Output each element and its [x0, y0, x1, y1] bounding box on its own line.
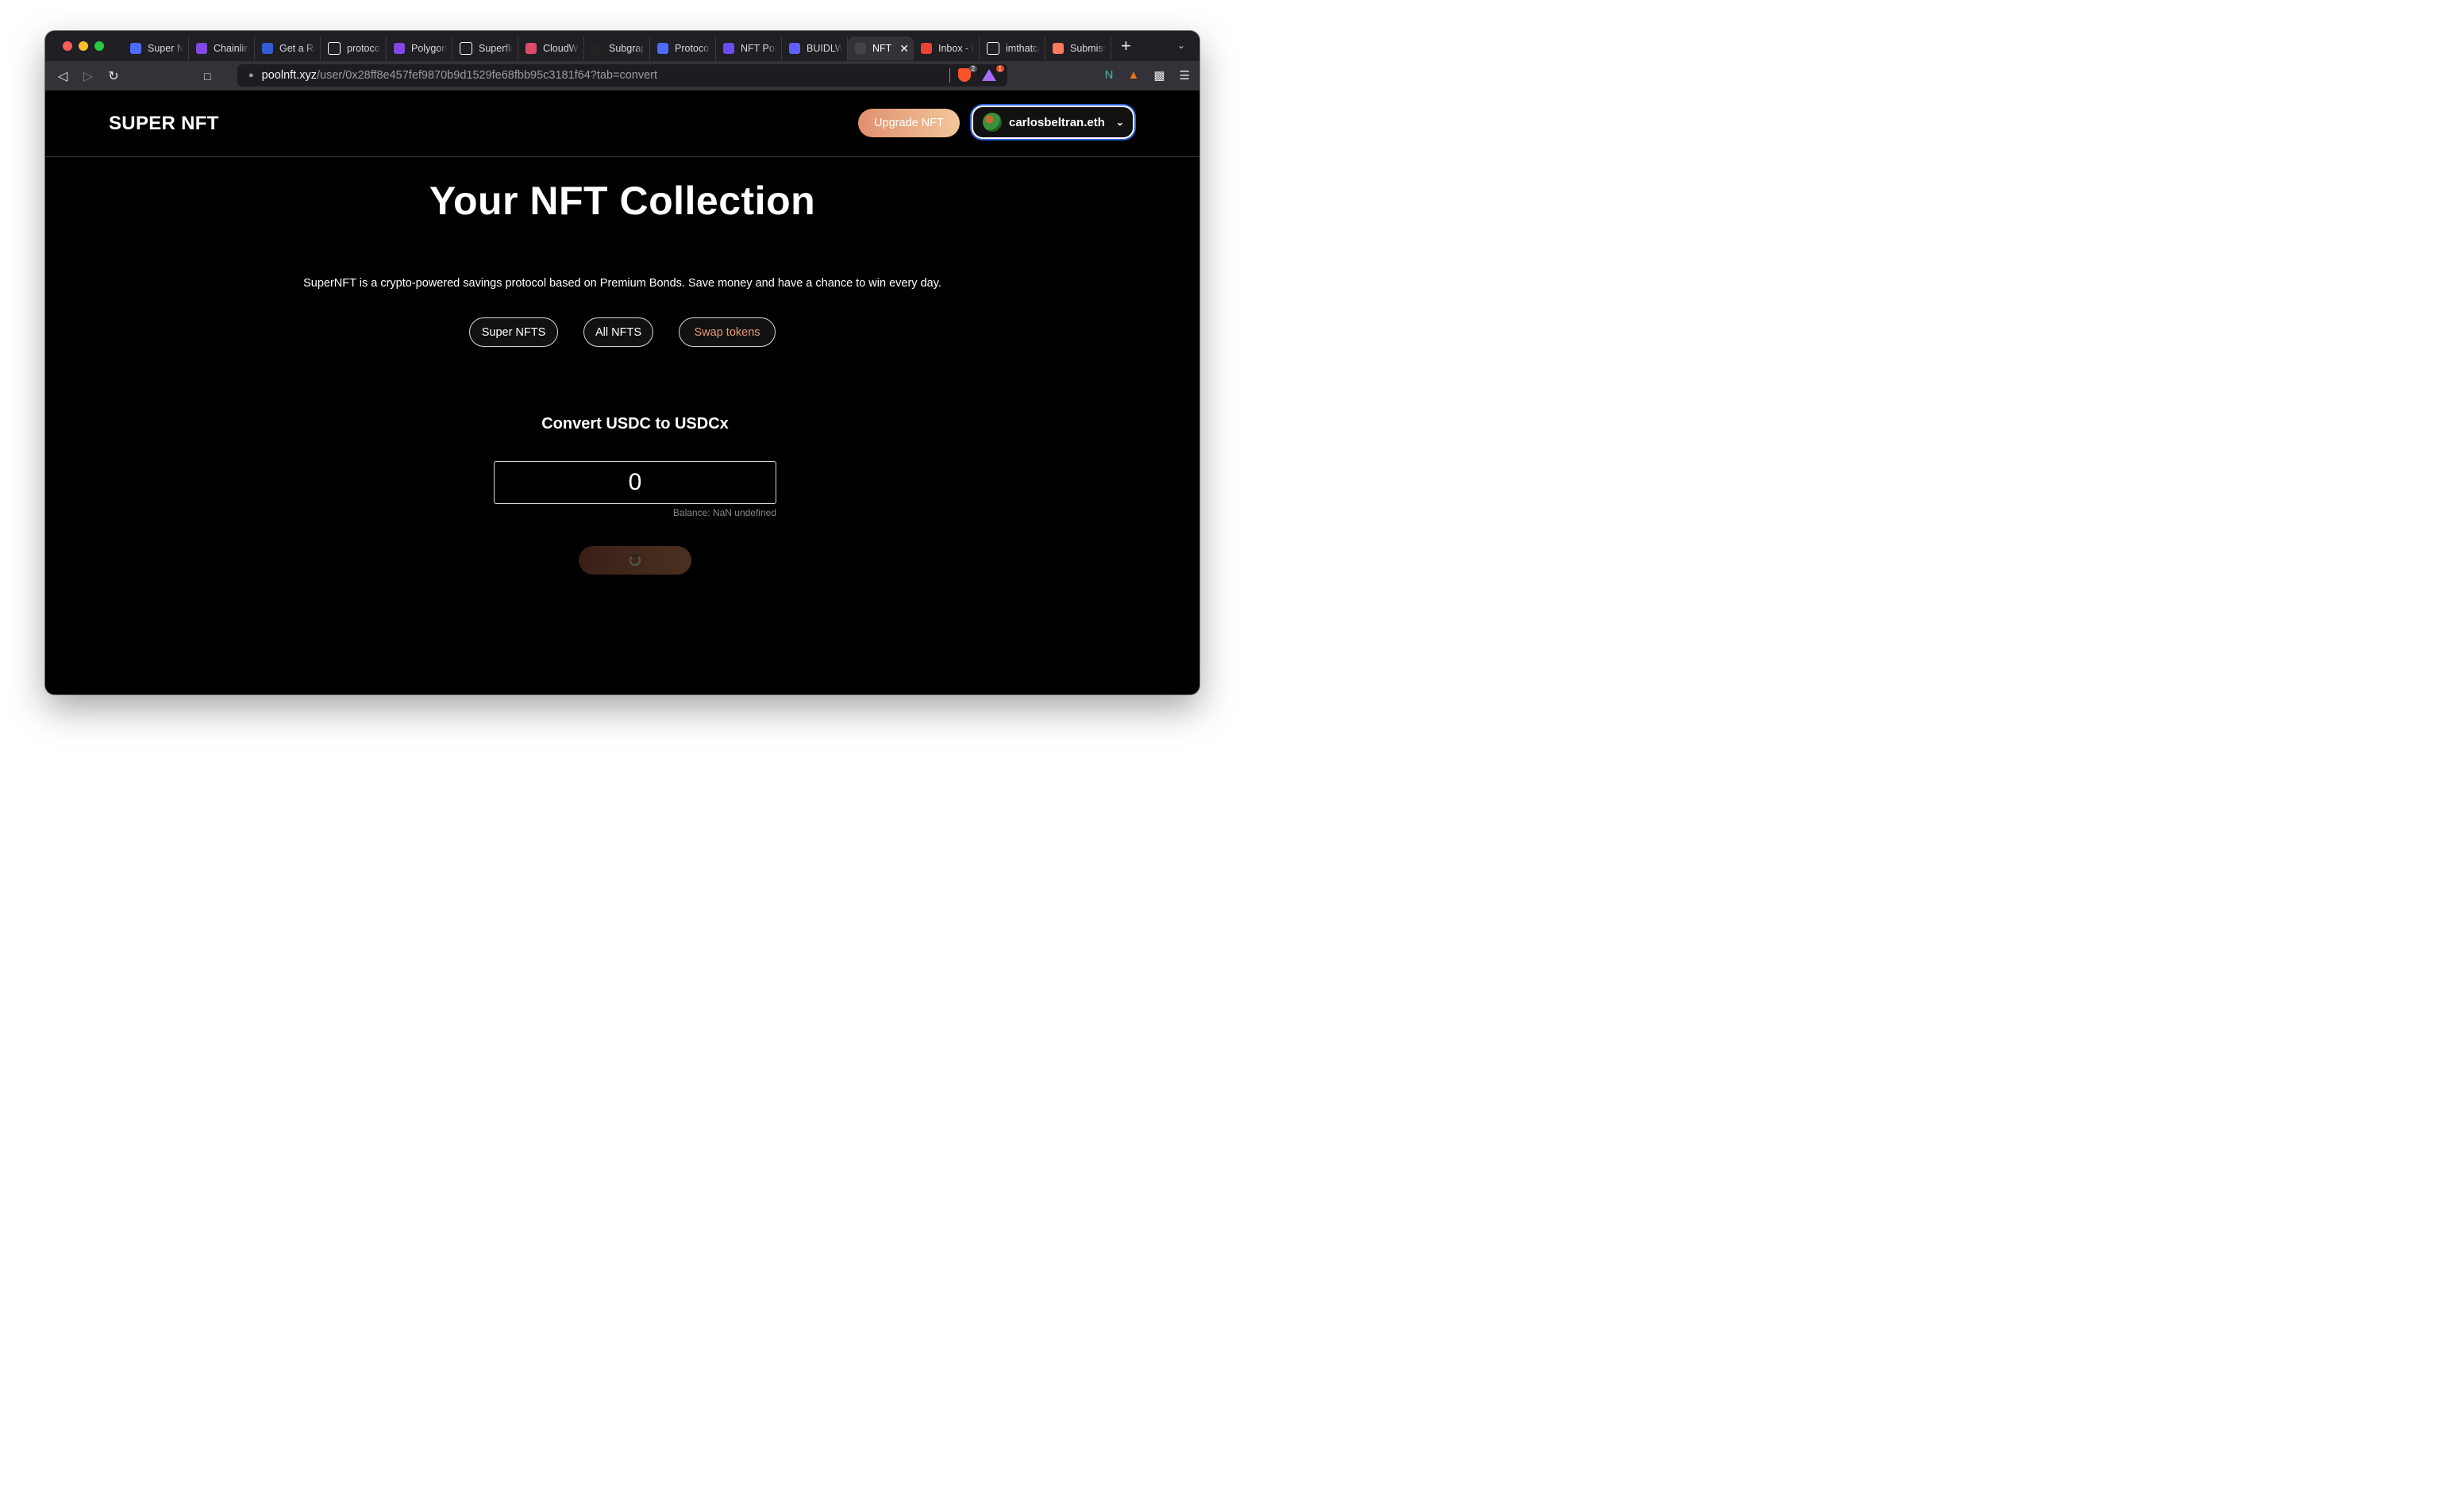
- tab-title: Superflu: [479, 43, 513, 54]
- polygon-icon: [394, 43, 405, 54]
- tab-list: Super N Chainlin Get a Ra protocol Polygon Su…: [123, 31, 1111, 61]
- page-title: Your NFT Collection: [429, 179, 816, 223]
- chevron-down-icon: ⌄: [1115, 117, 1124, 128]
- back-icon[interactable]: ◁: [50, 68, 75, 84]
- gmail-icon: [921, 43, 932, 54]
- subgraph-icon: [591, 43, 603, 54]
- tab-title: Subgrap: [609, 43, 645, 54]
- tab-title: protocol: [347, 43, 381, 54]
- tab-title: imthatca: [1006, 43, 1040, 54]
- tab-strip: Super N Chainlin Get a Ra protocol Polygon Su…: [45, 31, 1199, 61]
- tab-1[interactable]: Chainlin: [189, 37, 255, 60]
- filter-all-nfts-button[interactable]: All NFTS: [583, 317, 653, 347]
- avatar: [983, 113, 1002, 132]
- convert-title: Convert USDC to USDCx: [541, 415, 729, 433]
- tab-12[interactable]: Inbox - l: [914, 37, 980, 60]
- tab-0[interactable]: Super N: [123, 37, 189, 60]
- minimize-window-button[interactable]: [79, 41, 88, 51]
- tab-9[interactable]: NFT Poo: [716, 37, 782, 60]
- tab-6[interactable]: CloudW: [518, 37, 584, 60]
- submission-icon: [1053, 43, 1064, 54]
- new-tab-button[interactable]: +: [1121, 37, 1131, 55]
- spinner-icon: [629, 555, 641, 566]
- tab-title: Submiss: [1070, 43, 1106, 54]
- amount-input[interactable]: [494, 461, 776, 504]
- maximize-window-button[interactable]: [94, 41, 104, 51]
- polygon-icon: [196, 43, 207, 54]
- lock-icon: ●: [248, 71, 254, 80]
- browser-window: Super N Chainlin Get a Ra protocol Polygon Su…: [45, 31, 1199, 694]
- upgrade-nft-button[interactable]: Upgrade NFT: [858, 109, 960, 137]
- tab-title: CloudW: [543, 43, 579, 54]
- cloudwalk-icon: [526, 43, 537, 54]
- tab-14[interactable]: Submiss: [1045, 37, 1111, 60]
- browser-toolbar: ◁ ▷ ↻ □ ● poolnft.xyz /user/0x28ff8e457f…: [45, 61, 1199, 90]
- brave-badge: 2: [968, 65, 977, 72]
- tab-title: BUIDLW: [807, 43, 842, 54]
- tab-4[interactable]: Polygon: [387, 37, 452, 60]
- extensions-puzzle-icon[interactable]: ▩: [1153, 68, 1165, 83]
- nft-pool-icon: [723, 43, 734, 54]
- metamask-icon[interactable]: ▲: [1128, 68, 1140, 83]
- github-icon: [328, 42, 341, 55]
- rewards-badge: 1: [995, 65, 1004, 72]
- sn-icon: [855, 43, 866, 54]
- site-logo[interactable]: SUPER NFT: [109, 113, 219, 135]
- page-content: SUPER NFT Upgrade NFT carlosbeltran.eth …: [45, 90, 1199, 694]
- tab-title: NFT: [872, 43, 892, 54]
- balance-text: Balance: NaN undefined: [672, 507, 776, 518]
- window-controls: [63, 41, 104, 51]
- url-host: poolnft.xyz: [261, 69, 317, 82]
- forward-icon[interactable]: ▷: [75, 68, 101, 84]
- tab-title: Protoco: [675, 43, 710, 54]
- tab-8[interactable]: Protoco: [650, 37, 716, 60]
- site-header: SUPER NFT Upgrade NFT carlosbeltran.eth …: [45, 90, 1199, 157]
- tab-search-chevron-icon[interactable]: ⌄: [1177, 40, 1185, 51]
- superfluid-icon: [130, 43, 141, 54]
- close-window-button[interactable]: [63, 41, 72, 51]
- tab-title: Chainlin: [214, 43, 249, 54]
- brave-rewards-icon[interactable]: [982, 69, 996, 81]
- tab-2[interactable]: Get a Ra: [255, 37, 321, 60]
- buidl-icon: [789, 43, 800, 54]
- tab-title: Super N: [148, 43, 183, 54]
- github-icon: [987, 42, 999, 55]
- extensions-area: N ▲ ▩ ☰: [1105, 68, 1190, 83]
- convert-submit-button[interactable]: [579, 546, 691, 575]
- notion-extension-icon[interactable]: N: [1105, 68, 1114, 83]
- tab-title: NFT Poo: [741, 43, 776, 54]
- tab-title: Inbox - l: [938, 43, 974, 54]
- bookmark-icon[interactable]: □: [204, 70, 210, 83]
- tab-10[interactable]: BUIDLW: [782, 37, 848, 60]
- tagline: SuperNFT is a crypto-powered savings pro…: [303, 277, 941, 290]
- tab-title: Polygon: [411, 43, 447, 54]
- chainlink-icon: [262, 43, 273, 54]
- tab-3[interactable]: protocol: [321, 37, 387, 60]
- tab-5[interactable]: Superflu: [452, 37, 518, 60]
- tab-11[interactable]: NFT ✕: [848, 37, 914, 60]
- url-path: /user/0x28ff8e457fef9870b9d1529fe68fbb95…: [316, 69, 658, 82]
- menu-icon[interactable]: ☰: [1180, 68, 1190, 83]
- account-name: carlosbeltran.eth: [1009, 115, 1105, 129]
- tab-13[interactable]: imthatca: [980, 37, 1045, 60]
- reload-icon[interactable]: ↻: [101, 68, 126, 84]
- tab-7[interactable]: Subgrap: [584, 37, 650, 60]
- superfluid-icon: [657, 43, 668, 54]
- url-divider: [949, 68, 950, 83]
- swap-tokens-button[interactable]: Swap tokens: [679, 317, 776, 347]
- address-bar[interactable]: ● poolnft.xyz /user/0x28ff8e457fef9870b9…: [237, 64, 1007, 87]
- filter-super-nfts-button[interactable]: Super NFTS: [469, 317, 558, 347]
- tab-title: Get a Ra: [279, 43, 315, 54]
- close-tab-icon[interactable]: ✕: [899, 42, 909, 56]
- superfluid-icon: [460, 42, 472, 55]
- account-button[interactable]: carlosbeltran.eth ⌄: [972, 106, 1134, 139]
